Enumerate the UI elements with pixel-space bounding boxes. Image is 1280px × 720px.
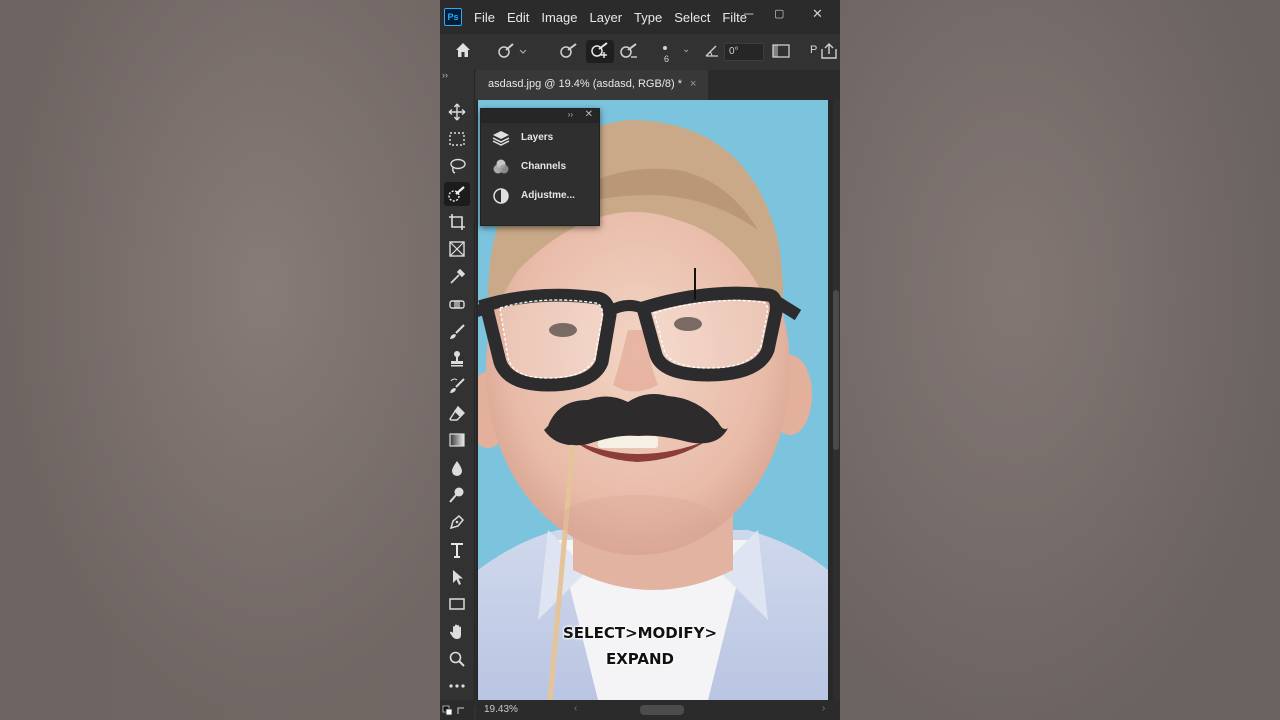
color-swatches[interactable]	[440, 700, 474, 720]
menu-select[interactable]: Select	[674, 10, 710, 25]
document-tab[interactable]: asdasd.jpg @ 19.4% (asdasd, RGB/8) * ×	[476, 70, 709, 100]
overflow-label: P	[810, 44, 818, 56]
more-tools-icon[interactable]	[444, 674, 470, 698]
menu-image[interactable]: Image	[541, 10, 577, 25]
menu-bar: Ps File Edit Image Layer Type Select Fil…	[440, 0, 840, 34]
angle-field[interactable]: 0°	[724, 43, 764, 61]
vertical-scrollbar-thumb[interactable]	[833, 290, 839, 450]
zoom-tool-icon[interactable]	[444, 647, 470, 671]
tutorial-caption: SELECT>MODIFY> EXPAND	[540, 620, 740, 672]
share-icon[interactable]	[820, 42, 838, 63]
home-icon[interactable]	[454, 41, 472, 62]
close-window-button[interactable]: ✕	[812, 6, 823, 22]
blurred-background-left	[0, 0, 440, 720]
panel-header[interactable]: ›› ✕	[481, 109, 599, 123]
scroll-right-icon[interactable]: ›	[822, 703, 825, 714]
hand-tool-icon[interactable]	[444, 620, 470, 644]
frame-tool-icon[interactable]	[444, 237, 470, 261]
lasso-tool-icon[interactable]	[444, 154, 470, 178]
eraser-tool-icon[interactable]	[444, 401, 470, 425]
layers-icon	[491, 129, 511, 147]
panel-item-adjustments-label: Adjustme...	[521, 190, 575, 201]
expand-panels-icon[interactable]: ››	[568, 110, 573, 119]
document-tab-bar: asdasd.jpg @ 19.4% (asdasd, RGB/8) * ×	[476, 70, 840, 100]
panel-item-layers[interactable]: Layers	[481, 123, 599, 152]
document-tab-title: asdasd.jpg @ 19.4% (asdasd, RGB/8) *	[488, 78, 682, 90]
crop-tool-icon[interactable]	[444, 210, 470, 234]
collapsed-panels-dock: ›› ✕ Layers Channels Adjustme...	[480, 108, 600, 226]
adjustments-icon	[491, 187, 511, 205]
add-to-selection-icon[interactable]	[586, 40, 614, 63]
tool-preset-picker[interactable]	[496, 42, 528, 63]
menu-layer[interactable]: Layer	[590, 10, 623, 25]
gradient-tool-icon[interactable]	[444, 428, 470, 452]
menu-type[interactable]: Type	[634, 10, 662, 25]
sample-all-layers-icon[interactable]	[772, 43, 790, 62]
angle-icon	[704, 42, 720, 61]
close-panel-icon[interactable]: ✕	[585, 109, 593, 120]
brush-size-value[interactable]: 6	[664, 54, 669, 64]
move-tool-icon[interactable]	[444, 100, 470, 124]
clone-stamp-tool-icon[interactable]	[444, 347, 470, 371]
caption-line-1: SELECT>MODIFY>	[562, 624, 718, 642]
channels-icon	[491, 158, 511, 176]
dodge-tool-icon[interactable]	[444, 483, 470, 507]
eyedropper-tool-icon[interactable]	[444, 265, 470, 289]
close-tab-icon[interactable]: ×	[690, 78, 696, 90]
chevron-down-icon[interactable]: ⌄	[682, 44, 690, 55]
history-brush-tool-icon[interactable]	[444, 374, 470, 398]
menu-file[interactable]: File	[474, 10, 495, 25]
photoshop-logo: Ps	[444, 8, 462, 26]
collapse-toolbar-icon[interactable]: ››	[442, 70, 448, 80]
pen-tool-icon[interactable]	[444, 510, 470, 534]
scroll-left-icon[interactable]: ‹	[574, 703, 577, 714]
rectangle-tool-icon[interactable]	[444, 592, 470, 616]
zoom-level[interactable]: 19.43%	[484, 704, 518, 715]
marquee-tool-icon[interactable]	[444, 127, 470, 151]
panel-item-adjustments[interactable]: Adjustme...	[481, 181, 599, 210]
blurred-background-right	[840, 0, 1280, 720]
options-bar: 6 ⌄ 0° P	[440, 34, 840, 71]
subtract-from-selection-icon[interactable]	[618, 42, 640, 63]
caption-line-2: EXPAND	[605, 650, 675, 668]
type-tool-icon[interactable]	[444, 538, 470, 562]
panel-item-channels[interactable]: Channels	[481, 152, 599, 181]
status-bar: 19.43% ‹ ›	[476, 700, 840, 720]
horizontal-scrollbar-thumb[interactable]	[640, 705, 684, 715]
healing-brush-tool-icon[interactable]	[444, 292, 470, 316]
restore-button[interactable]: ▢	[774, 7, 784, 20]
tools-panel: ››	[440, 70, 475, 706]
path-selection-tool-icon[interactable]	[444, 565, 470, 589]
panel-item-channels-label: Channels	[521, 161, 567, 172]
quick-selection-tool-icon[interactable]	[444, 182, 470, 206]
new-selection-icon[interactable]	[558, 42, 580, 63]
panel-item-layers-label: Layers	[521, 132, 554, 143]
minimize-button[interactable]: ─	[744, 6, 753, 21]
menu-edit[interactable]: Edit	[507, 10, 529, 25]
brush-tool-icon[interactable]	[444, 320, 470, 344]
blur-tool-icon[interactable]	[444, 456, 470, 480]
